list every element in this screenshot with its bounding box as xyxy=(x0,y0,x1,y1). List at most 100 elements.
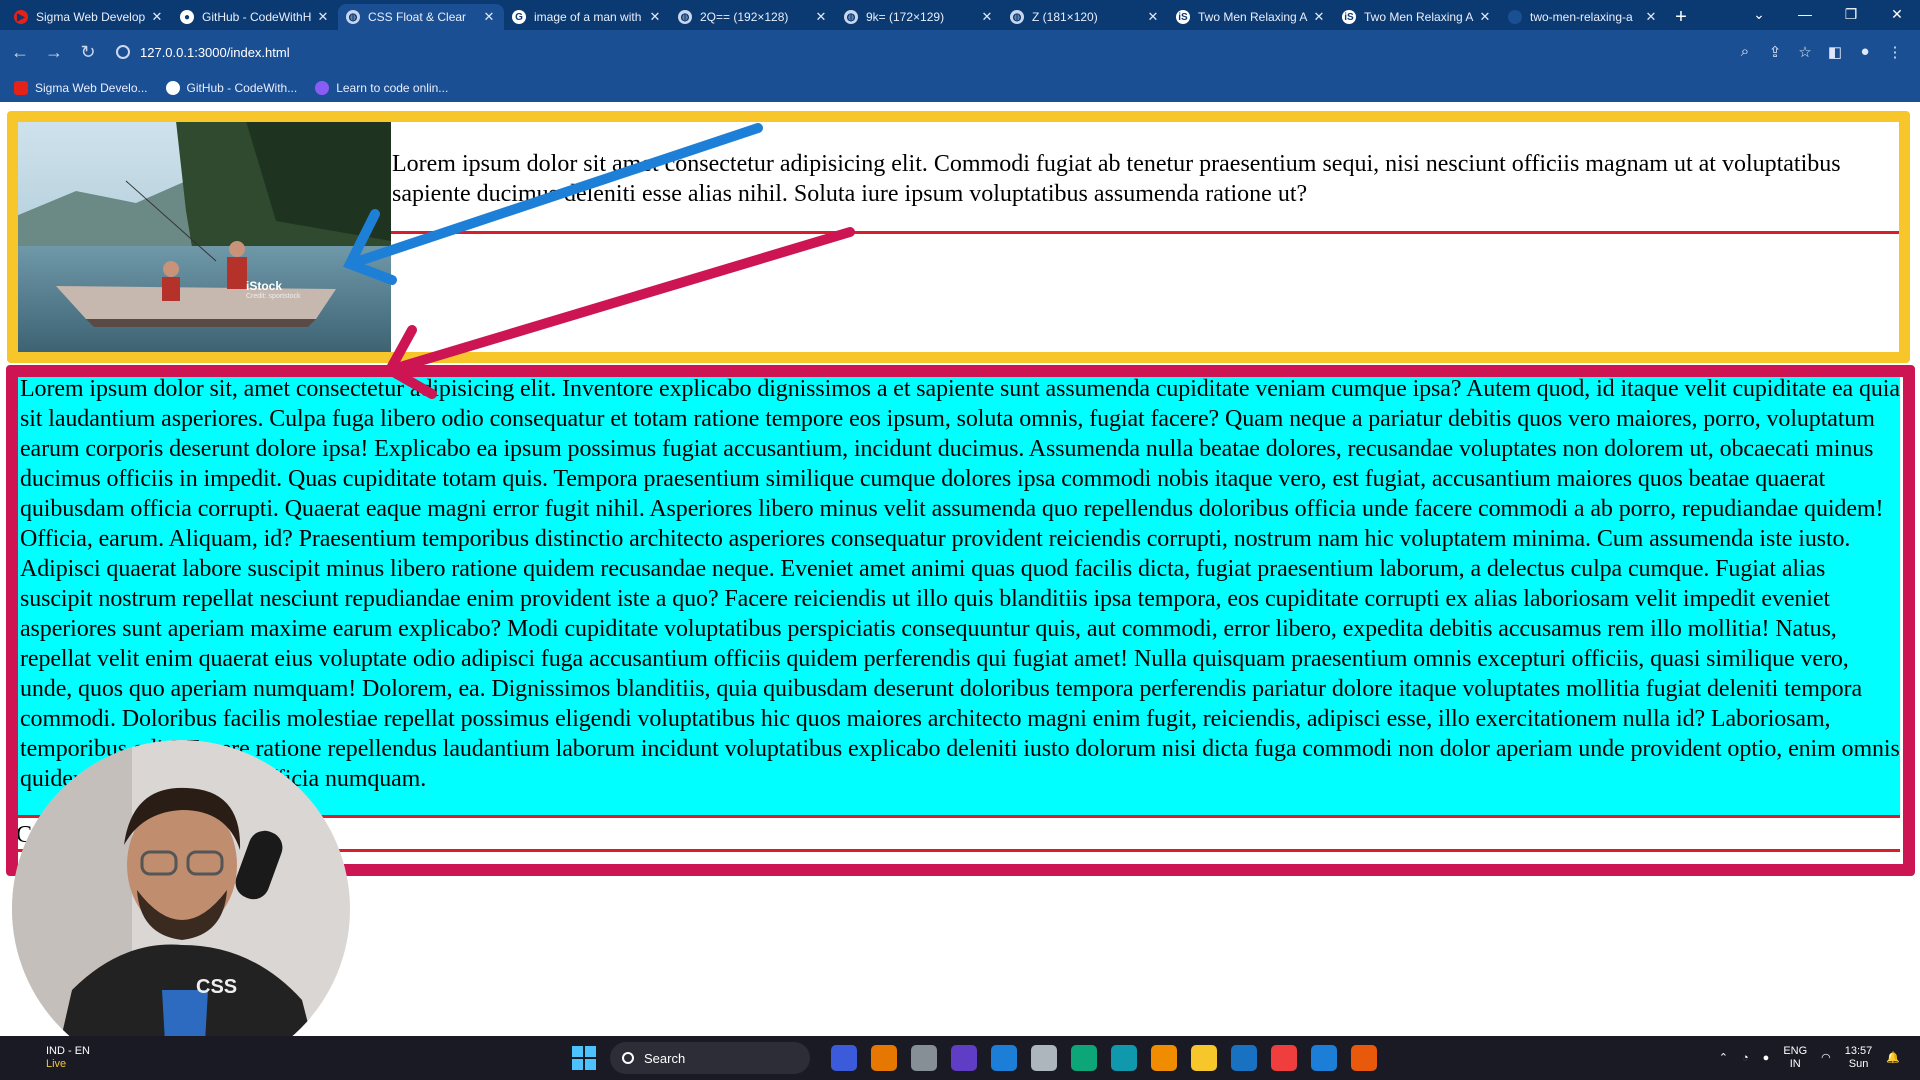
minimize-button[interactable]: — xyxy=(1782,0,1828,30)
bookmark-learn[interactable]: Learn to code onlin... xyxy=(315,81,448,95)
tab-title: Two Men Relaxing A xyxy=(1364,10,1474,24)
tab-favicon-icon: ● xyxy=(180,10,194,24)
profile-icon[interactable]: ● xyxy=(1850,43,1880,61)
float-container: iStock Credit: sportstock Lorem ipsum do… xyxy=(16,118,1900,353)
back-icon[interactable]: ← xyxy=(6,42,34,63)
address-toolbar: ← → ↻ 127.0.0.1:3000/index.html ⌕ ⇪ ☆ ◧ … xyxy=(0,30,1920,74)
browser-tab[interactable]: ● GitHub - CodeWithH ✕ xyxy=(172,4,338,30)
new-tab-button[interactable]: + xyxy=(1666,4,1696,30)
tab-favicon-icon: ◍ xyxy=(346,10,360,24)
omnibox[interactable]: 127.0.0.1:3000/index.html xyxy=(116,37,1716,67)
box1-paragraph: Lorem ipsum dolor sit amet consectetur a… xyxy=(392,151,1841,207)
restore-button[interactable]: ❐ xyxy=(1828,0,1874,30)
tab-title: GitHub - CodeWithH xyxy=(202,10,312,24)
box2-paragraph: Lorem ipsum dolor sit, amet consectetur … xyxy=(20,376,1900,792)
explorer-icon[interactable] xyxy=(1191,1045,1217,1071)
vscode-icon[interactable] xyxy=(1311,1045,1337,1071)
browser-tab[interactable]: iS Two Men Relaxing A ✕ xyxy=(1334,4,1500,30)
mic-icon[interactable]: ● xyxy=(1763,1052,1770,1065)
tab-close-icon[interactable]: ✕ xyxy=(648,9,662,25)
window-controls: ⌄ — ❐ ✕ xyxy=(1736,0,1920,30)
browser-tab[interactable]: ◍ CSS Float & Clear ✕ xyxy=(338,4,504,30)
zoom-icon[interactable]: ⌕ xyxy=(1730,43,1760,61)
tab-close-icon[interactable]: ✕ xyxy=(980,9,994,25)
shirt-text: CSS xyxy=(196,976,238,998)
bookmark-github[interactable]: GitHub - CodeWith... xyxy=(165,81,297,95)
tab-favicon-icon: ◍ xyxy=(678,10,692,24)
taskbar: IND - EN Live Search ⌃ ◔ ● ENG IN ◠ 13:5… xyxy=(0,1036,1920,1080)
tab-title: two-men-relaxing-a xyxy=(1530,10,1633,24)
boat-image: iStock Credit: sportstock xyxy=(16,121,391,353)
reload-icon[interactable]: ↻ xyxy=(74,42,102,63)
github-icon xyxy=(165,81,180,95)
settings-icon[interactable] xyxy=(1031,1045,1057,1071)
browser-tab[interactable]: Gimage of a man with ✕ xyxy=(504,4,670,30)
tab-title: Two Men Relaxing A xyxy=(1198,10,1308,24)
tab-title: Z (181×120) xyxy=(1032,10,1098,24)
bookmarks-bar: Sigma Web Develo... GitHub - CodeWith...… xyxy=(0,74,1920,102)
learn-icon xyxy=(315,81,330,95)
tab-favicon-icon: ◍ xyxy=(844,10,858,24)
close-window-button[interactable]: ✕ xyxy=(1874,0,1920,30)
sidepanel-icon[interactable]: ◧ xyxy=(1820,43,1850,61)
menu-icon[interactable]: ⋮ xyxy=(1880,43,1910,61)
edge-icon[interactable] xyxy=(1071,1045,1097,1071)
tab-favicon-icon: ▶ xyxy=(14,10,28,24)
calendar-icon[interactable] xyxy=(991,1045,1017,1071)
share-icon[interactable]: ⇪ xyxy=(1760,43,1790,61)
bookmark-star-icon[interactable]: ☆ xyxy=(1790,43,1820,61)
notification-icon[interactable]: 🔔 xyxy=(1886,1052,1900,1065)
tab-close-icon[interactable]: ✕ xyxy=(482,9,496,25)
tab-favicon-icon: ◍ xyxy=(1010,10,1024,24)
tab-favicon-icon: iS xyxy=(1176,10,1190,24)
copilot-icon[interactable] xyxy=(871,1045,897,1071)
tab-close-icon[interactable]: ✕ xyxy=(1478,9,1492,25)
tab-search-icon[interactable]: ⌄ xyxy=(1736,0,1782,30)
tab-title: Sigma Web Develop xyxy=(36,10,146,24)
clock[interactable]: 13:57 Sun xyxy=(1845,1045,1873,1071)
pink-arrow xyxy=(383,227,855,399)
tab-close-icon[interactable]: ✕ xyxy=(150,9,164,25)
browser-tab[interactable]: ◍ 2Q== (192×128) ✕ xyxy=(670,4,836,30)
image-credit: Credit: sportstock xyxy=(246,293,301,300)
chrome3-icon[interactable] xyxy=(1351,1045,1377,1071)
taskbar-search[interactable]: Search xyxy=(610,1042,810,1074)
browser-tab[interactable]: ▶ Sigma Web Develop ✕ xyxy=(6,4,172,30)
tab-close-icon[interactable]: ✕ xyxy=(1146,9,1160,25)
tab-title: CSS Float & Clear xyxy=(368,10,467,24)
weather-widget[interactable]: IND - EN Live xyxy=(46,1045,90,1071)
forward-icon[interactable]: → xyxy=(40,42,68,63)
tab-close-icon[interactable]: ✕ xyxy=(1644,9,1658,25)
tab-strip: ▶ Sigma Web Develop ✕ ● GitHub - CodeWithH ✕ ◍… xyxy=(0,0,1920,30)
tab-title: 9k= (172×129) xyxy=(866,10,945,24)
bookmark-sigma[interactable]: Sigma Web Develo... xyxy=(14,81,148,95)
browser-tab[interactable]: iS Two Men Relaxing A ✕ xyxy=(1168,4,1334,30)
browser-tab[interactable]: ◍ Z (181×120) ✕ xyxy=(1002,4,1168,30)
network-icon[interactable]: ◔ xyxy=(1742,1052,1749,1065)
language-indicator[interactable]: ENG IN xyxy=(1783,1045,1807,1071)
taskview-icon[interactable] xyxy=(911,1045,937,1071)
url-text: 127.0.0.1:3000/index.html xyxy=(140,44,290,60)
tab-close-icon[interactable]: ✕ xyxy=(316,9,330,25)
chrome2-icon[interactable] xyxy=(1271,1045,1297,1071)
webcam-overlay: CSS xyxy=(12,740,350,1078)
chrome-icon[interactable] xyxy=(1151,1045,1177,1071)
skype-icon[interactable] xyxy=(1111,1045,1137,1071)
page-viewport: iStock Credit: sportstock Lorem ipsum do… xyxy=(0,102,1920,1078)
tab-close-icon[interactable]: ✕ xyxy=(1312,9,1326,25)
wifi-icon[interactable]: ◠ xyxy=(1821,1052,1831,1065)
tab-favicon-icon xyxy=(1508,10,1522,24)
browser-tab[interactable]: two-men-relaxing-a ✕ xyxy=(1500,4,1666,30)
teams-icon[interactable] xyxy=(951,1045,977,1071)
start-icon[interactable] xyxy=(572,1046,596,1070)
tray-chevron-icon[interactable]: ⌃ xyxy=(1719,1052,1728,1065)
browser-tab[interactable]: ◍ 9k= (172×129) ✕ xyxy=(836,4,1002,30)
tab-close-icon[interactable]: ✕ xyxy=(814,9,828,25)
tab-favicon-icon: iS xyxy=(1342,10,1356,24)
widgets-icon[interactable] xyxy=(831,1045,857,1071)
site-info-icon[interactable] xyxy=(116,45,130,59)
tab-title: image of a man with xyxy=(534,10,642,24)
todo-icon[interactable] xyxy=(1231,1045,1257,1071)
youtube-icon xyxy=(14,81,28,95)
istock-watermark: iStock xyxy=(246,279,283,293)
